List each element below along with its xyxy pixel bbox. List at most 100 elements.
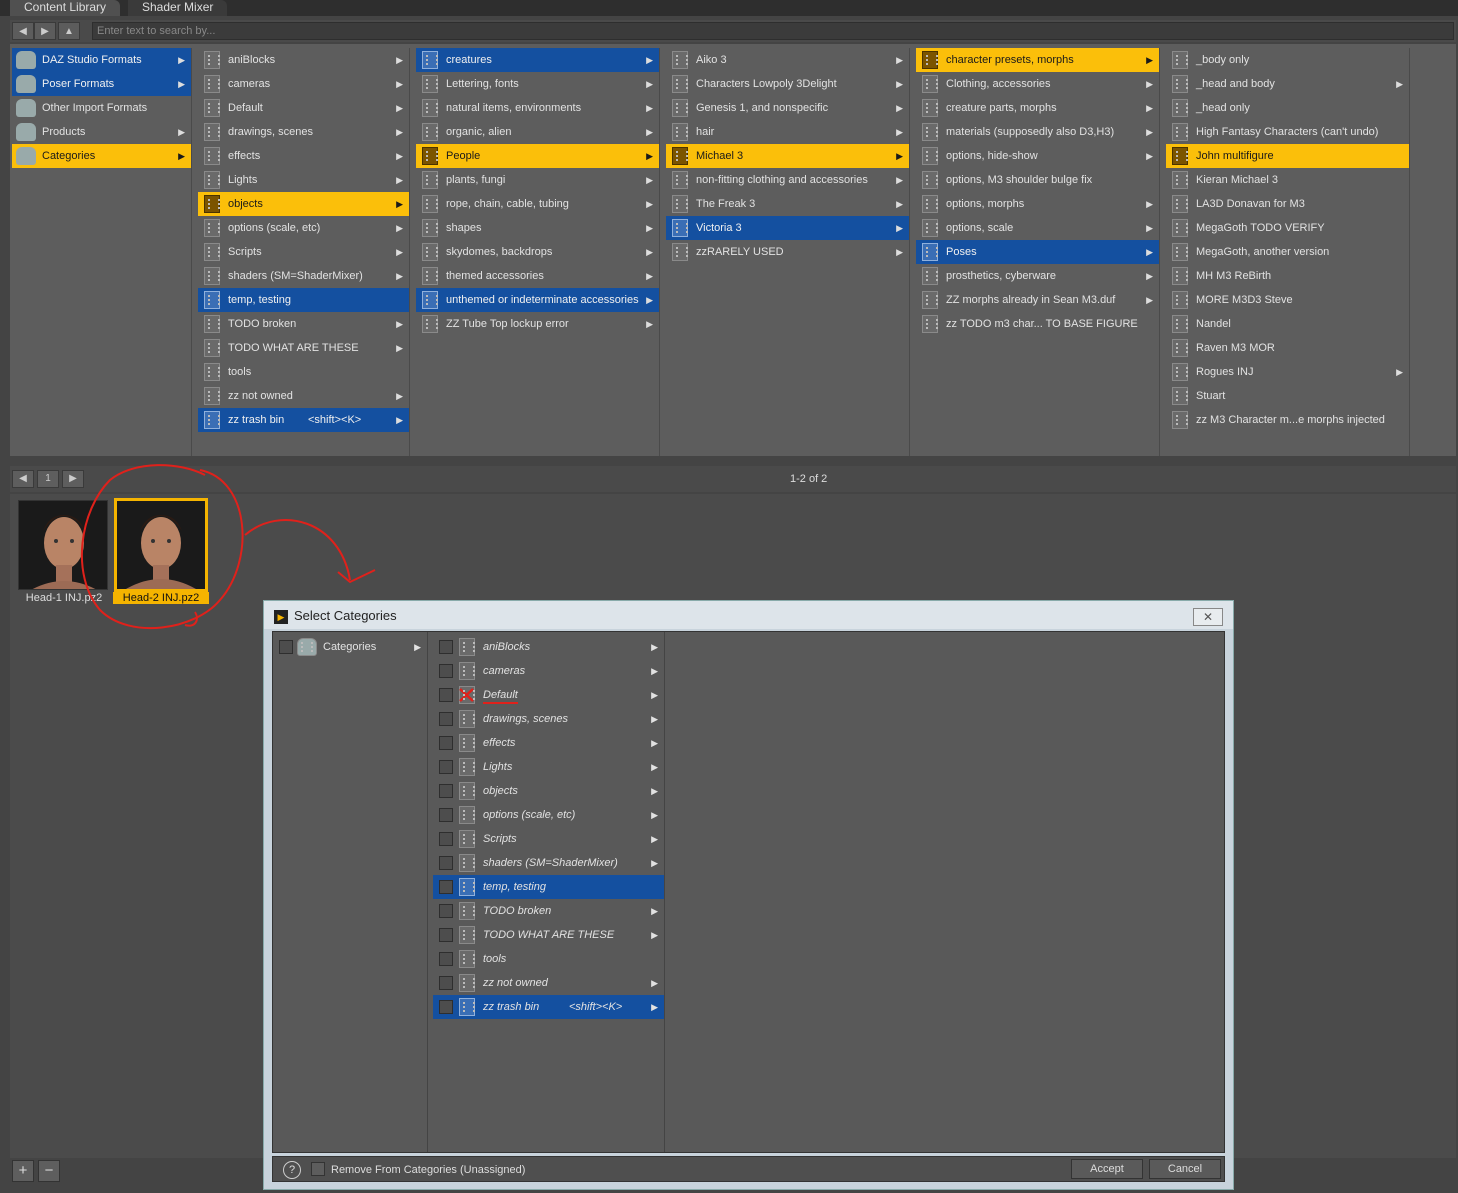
accept-button[interactable]: Accept [1071, 1159, 1143, 1179]
dialog-item-shaders-sm-shadermixer[interactable]: shaders (SM=ShaderMixer) ▶ [433, 851, 664, 875]
checkbox[interactable] [439, 952, 453, 966]
checkbox[interactable] [439, 856, 453, 870]
page-number[interactable]: 1 [37, 470, 59, 488]
category-item-themed-accessories[interactable]: themed accessories ▶ [416, 264, 659, 288]
dialog-item-drawings-scenes[interactable]: drawings, scenes ▶ [433, 707, 664, 731]
cancel-button[interactable]: Cancel [1149, 1159, 1221, 1179]
result-thumbnail-1[interactable] [18, 500, 108, 590]
category-item-lights[interactable]: Lights ▶ [198, 168, 409, 192]
category-item-natural-items-environments[interactable]: natural items, environments ▶ [416, 96, 659, 120]
category-item-options-scale-etc[interactable]: options (scale, etc) ▶ [198, 216, 409, 240]
dialog-item-aniblocks[interactable]: aniBlocks ▶ [433, 635, 664, 659]
dialog-item-zz-trash-bin[interactable]: zz trash bin <shift><K> ▶ [433, 995, 664, 1019]
category-item-raven-m3-mor[interactable]: Raven M3 MOR [1166, 336, 1409, 360]
category-item-prosthetics-cyberware[interactable]: prosthetics, cyberware ▶ [916, 264, 1159, 288]
category-item-megagoth-another-version[interactable]: MegaGoth, another version [1166, 240, 1409, 264]
category-item-daz-studio-formats[interactable]: DAZ Studio Formats ▶ [12, 48, 191, 72]
category-item-other-import-formats[interactable]: Other Import Formats [12, 96, 191, 120]
category-item-poses[interactable]: Poses ▶ [916, 240, 1159, 264]
category-item-shapes[interactable]: shapes ▶ [416, 216, 659, 240]
category-item-genesis-1-and-nonspecific[interactable]: Genesis 1, and nonspecific ▶ [666, 96, 909, 120]
category-item-zz-morphs-already-in-sean-m3-duf[interactable]: ZZ morphs already in Sean M3.duf ▶ [916, 288, 1159, 312]
checkbox[interactable] [439, 712, 453, 726]
category-item-zz-m3-character-m-e-morphs-injected[interactable]: zz M3 Character m...e morphs injected [1166, 408, 1409, 432]
category-item-lettering-fonts[interactable]: Lettering, fonts ▶ [416, 72, 659, 96]
checkbox[interactable] [279, 640, 293, 654]
category-item-john-multifigure[interactable]: John multifigure [1166, 144, 1409, 168]
category-item-zz-todo-m3-char-to-base-figure[interactable]: zz TODO m3 char... TO BASE FIGURE [916, 312, 1159, 336]
category-item-rope-chain-cable-tubing[interactable]: rope, chain, cable, tubing ▶ [416, 192, 659, 216]
tab-shader-mixer[interactable]: Shader Mixer [128, 0, 228, 16]
category-item-temp-testing[interactable]: temp, testing [198, 288, 409, 312]
dialog-item-tools[interactable]: tools [433, 947, 664, 971]
close-button[interactable]: ✕ [1193, 608, 1223, 626]
category-item-high-fantasy-characters-can-t-undo[interactable]: High Fantasy Characters (can't undo) [1166, 120, 1409, 144]
category-item-products[interactable]: Products ▶ [12, 120, 191, 144]
category-item-megagoth-todo-verify[interactable]: MegaGoth TODO VERIFY [1166, 216, 1409, 240]
checkbox[interactable] [439, 904, 453, 918]
tab-content-library[interactable]: Content Library [10, 0, 121, 16]
category-item-scripts[interactable]: Scripts ▶ [198, 240, 409, 264]
checkbox[interactable] [439, 688, 453, 702]
category-item-rogues-inj[interactable]: Rogues INJ ▶ [1166, 360, 1409, 384]
category-item-unthemed-or-indeterminate-accessories[interactable]: unthemed or indeterminate accessories ▶ [416, 288, 659, 312]
category-item-skydomes-backdrops[interactable]: skydomes, backdrops ▶ [416, 240, 659, 264]
category-item-aiko-3[interactable]: Aiko 3 ▶ [666, 48, 909, 72]
remove-button[interactable]: − [38, 1160, 60, 1182]
dialog-item-todo-broken[interactable]: TODO broken ▶ [433, 899, 664, 923]
checkbox[interactable] [439, 880, 453, 894]
dialog-item-categories[interactable]: Categories ▶ [273, 635, 427, 659]
category-item-aniblocks[interactable]: aniBlocks ▶ [198, 48, 409, 72]
dialog-item-objects[interactable]: objects ▶ [433, 779, 664, 803]
add-button[interactable]: + [12, 1160, 34, 1182]
category-item-tools[interactable]: tools [198, 360, 409, 384]
result-label-2[interactable]: Head-2 INJ.pz2 [113, 592, 209, 604]
next-page-icon[interactable]: ▶ [62, 470, 84, 488]
forward-arrow-icon[interactable]: ▶ [34, 22, 56, 40]
checkbox[interactable] [439, 640, 453, 654]
dialog-item-todo-what-are-these[interactable]: TODO WHAT ARE THESE ▶ [433, 923, 664, 947]
category-item-zz-trash-bin[interactable]: zz trash bin <shift><K> ▶ [198, 408, 409, 432]
category-item-default[interactable]: Default ▶ [198, 96, 409, 120]
category-item-materials-supposedly-also-d3-h3[interactable]: materials (supposedly also D3,H3) ▶ [916, 120, 1159, 144]
category-item-body-only[interactable]: _body only [1166, 48, 1409, 72]
category-item-character-presets-morphs[interactable]: character presets, morphs ▶ [916, 48, 1159, 72]
checkbox[interactable] [439, 928, 453, 942]
category-item-la3d-donavan-for-m3[interactable]: LA3D Donavan for M3 [1166, 192, 1409, 216]
category-item-todo-what-are-these[interactable]: TODO WHAT ARE THESE ▶ [198, 336, 409, 360]
result-thumbnail-2[interactable] [114, 498, 208, 592]
checkbox[interactable] [439, 760, 453, 774]
dialog-item-cameras[interactable]: cameras ▶ [433, 659, 664, 683]
category-item-zz-tube-top-lockup-error[interactable]: ZZ Tube Top lockup error ▶ [416, 312, 659, 336]
dialog-item-zz-not-owned[interactable]: zz not owned ▶ [433, 971, 664, 995]
checkbox[interactable] [439, 976, 453, 990]
help-icon[interactable]: ? [283, 1161, 301, 1179]
category-item-creature-parts-morphs[interactable]: creature parts, morphs ▶ [916, 96, 1159, 120]
category-item-options-hide-show[interactable]: options, hide-show ▶ [916, 144, 1159, 168]
category-item-options-m3-shoulder-bulge-fix[interactable]: options, M3 shoulder bulge fix [916, 168, 1159, 192]
checkbox[interactable] [439, 1000, 453, 1014]
category-item-zz-not-owned[interactable]: zz not owned ▶ [198, 384, 409, 408]
category-item-objects[interactable]: objects ▶ [198, 192, 409, 216]
category-item-clothing-accessories[interactable]: Clothing, accessories ▶ [916, 72, 1159, 96]
category-item-organic-alien[interactable]: organic, alien ▶ [416, 120, 659, 144]
checkbox[interactable] [439, 664, 453, 678]
remove-from-categories-checkbox[interactable] [311, 1162, 325, 1176]
category-item-head-only[interactable]: _head only [1166, 96, 1409, 120]
checkbox[interactable] [439, 808, 453, 822]
category-item-people[interactable]: People ▶ [416, 144, 659, 168]
category-item-hair[interactable]: hair ▶ [666, 120, 909, 144]
checkbox[interactable] [439, 784, 453, 798]
dialog-item-temp-testing[interactable]: temp, testing [433, 875, 664, 899]
category-item-michael-3[interactable]: Michael 3 ▶ [666, 144, 909, 168]
category-item-kieran-michael-3[interactable]: Kieran Michael 3 [1166, 168, 1409, 192]
category-item-the-freak-3[interactable]: The Freak 3 ▶ [666, 192, 909, 216]
checkbox[interactable] [439, 832, 453, 846]
category-item-drawings-scenes[interactable]: drawings, scenes ▶ [198, 120, 409, 144]
dialog-item-effects[interactable]: effects ▶ [433, 731, 664, 755]
back-arrow-icon[interactable]: ◀ [12, 22, 34, 40]
dialog-item-scripts[interactable]: Scripts ▶ [433, 827, 664, 851]
search-input[interactable]: Enter text to search by... [92, 22, 1454, 40]
dialog-item-options-scale-etc[interactable]: options (scale, etc) ▶ [433, 803, 664, 827]
category-item-plants-fungi[interactable]: plants, fungi ▶ [416, 168, 659, 192]
